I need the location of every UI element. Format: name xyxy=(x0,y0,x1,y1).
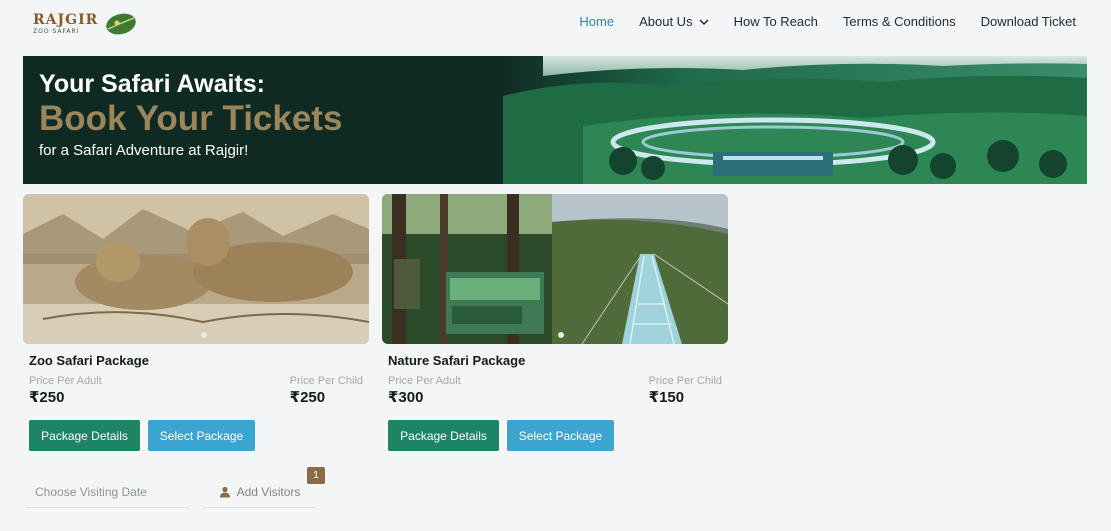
nav-home-label: Home xyxy=(579,14,615,29)
lions-photo xyxy=(23,194,369,344)
nature-photo xyxy=(382,194,728,344)
adult-price-value: ₹300 xyxy=(388,389,424,406)
site-logo[interactable]: RAJGIR ZOO SAFARI xyxy=(33,9,155,39)
banner-headline: Your Safari Awaits: xyxy=(39,70,265,98)
package-details-button[interactable]: Package Details xyxy=(29,420,140,451)
child-price-value: ₹150 xyxy=(648,389,685,406)
banner-title: Book Your Tickets xyxy=(39,99,343,138)
child-price-value: ₹250 xyxy=(289,389,326,406)
child-price-block: Price Per Child ₹150 xyxy=(649,375,722,406)
select-package-button[interactable]: Select Package xyxy=(148,420,255,451)
carousel-dot[interactable] xyxy=(201,332,207,338)
package-title: Zoo Safari Package xyxy=(29,353,149,368)
package-info: Nature Safari Package Price Per Adult ₹3… xyxy=(382,344,728,451)
banner-subtitle: for a Safari Adventure at Rajgir! xyxy=(39,141,249,159)
package-info: Zoo Safari Package Price Per Adult ₹250 … xyxy=(23,344,369,451)
adult-price-label: Price Per Adult xyxy=(29,375,102,387)
chevron-down-icon xyxy=(699,18,709,25)
price-row: Price Per Adult ₹300 Price Per Child ₹15… xyxy=(388,375,722,406)
child-price-label: Price Per Child xyxy=(648,375,722,387)
adult-price-value: ₹250 xyxy=(29,389,65,406)
add-visitors-button[interactable]: Add Visitors xyxy=(203,476,316,508)
package-actions: Package Details Select Package xyxy=(388,420,722,451)
package-image-lions[interactable] xyxy=(23,194,369,344)
nav-terms-label: Terms & Conditions xyxy=(842,14,956,29)
adult-price-block: Price Per Adult ₹250 xyxy=(29,375,102,406)
package-details-button[interactable]: Package Details xyxy=(388,420,499,451)
nav-home[interactable]: Home xyxy=(579,14,614,29)
nav-how-to-reach[interactable]: How To Reach xyxy=(734,14,818,29)
hero-banner: Your Safari Awaits: Book Your Tickets fo… xyxy=(23,56,1087,184)
package-card-zoo-safari: Zoo Safari Package Price Per Adult ₹250 … xyxy=(23,194,369,451)
nav-about-us[interactable]: About Us xyxy=(639,14,709,29)
package-actions: Package Details Select Package xyxy=(29,420,363,451)
child-price-block: Price Per Child ₹250 xyxy=(290,375,363,406)
logo-subtitle: ZOO SAFARI xyxy=(33,28,80,35)
navbar: RAJGIR ZOO SAFARI Home About Us How To R… xyxy=(0,0,1111,48)
logo-title: RAJGIR xyxy=(33,12,99,28)
carousel-dot[interactable] xyxy=(558,332,564,338)
adult-price-label: Price Per Adult xyxy=(388,375,461,387)
select-package-button[interactable]: Select Package xyxy=(507,420,614,451)
package-card-nature-safari: Nature Safari Package Price Per Adult ₹3… xyxy=(382,194,728,451)
package-image-nature[interactable] xyxy=(382,194,728,344)
nav-about-us-label: About Us xyxy=(639,14,693,29)
person-icon xyxy=(219,486,230,497)
nav-download-label: Download Ticket xyxy=(980,14,1076,29)
visiting-date-input[interactable]: Choose Visiting Date xyxy=(26,476,189,508)
price-row: Price Per Adult ₹250 Price Per Child ₹25… xyxy=(29,375,363,406)
visitors-count-badge: 1 xyxy=(307,467,325,484)
nav-how-to-reach-label: How To Reach xyxy=(733,14,818,29)
nav-download-ticket[interactable]: Download Ticket xyxy=(981,14,1076,29)
banner-text: Your Safari Awaits: Book Your Tickets fo… xyxy=(39,70,342,159)
child-price-label: Price Per Child xyxy=(289,375,363,387)
logo-wordmark: RAJGIR ZOO SAFARI xyxy=(33,13,98,35)
leaf-icon xyxy=(106,13,136,35)
package-title: Nature Safari Package xyxy=(388,353,526,368)
main-nav: Home About Us How To Reach Terms & Condi… xyxy=(579,14,1076,29)
nav-terms-conditions[interactable]: Terms & Conditions xyxy=(843,14,956,29)
add-visitors-label: Add Visitors xyxy=(236,484,301,499)
adult-price-block: Price Per Adult ₹300 xyxy=(388,375,461,406)
